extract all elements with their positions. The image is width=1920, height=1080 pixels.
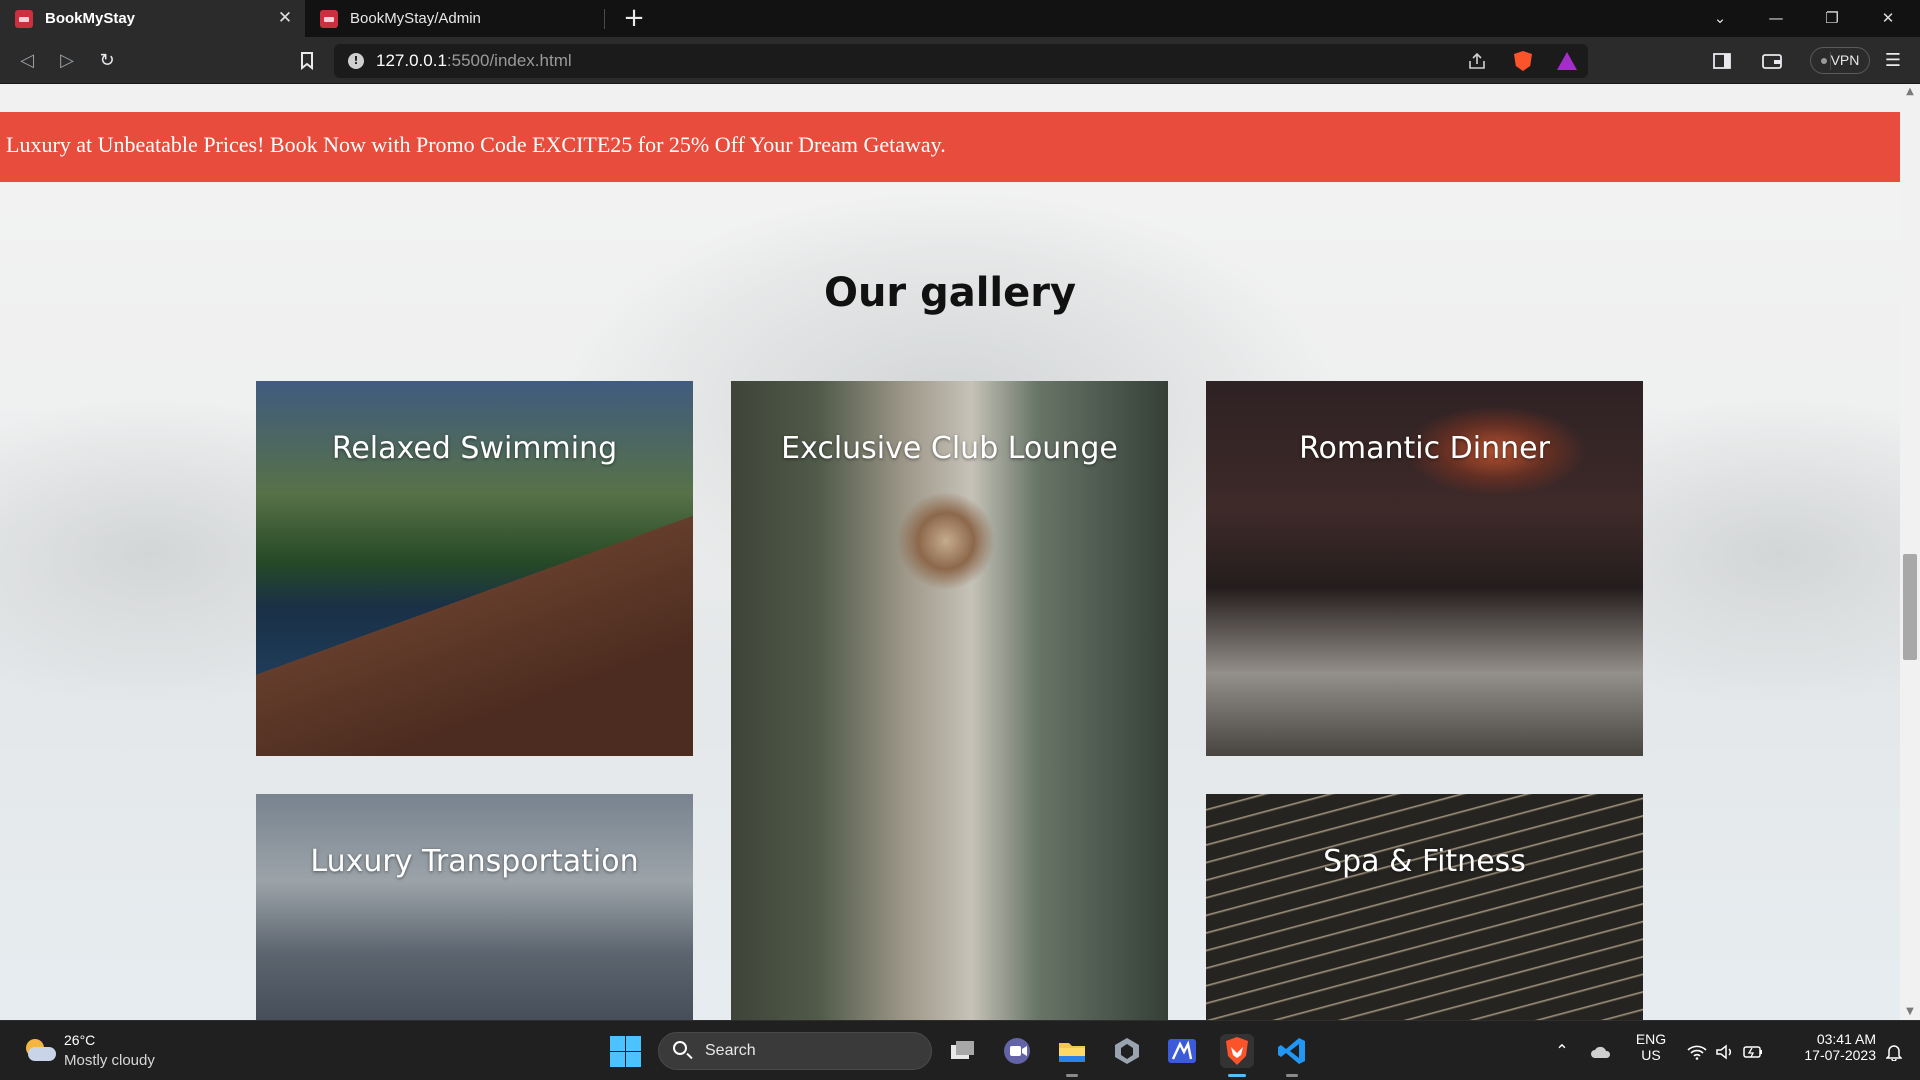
language-region: US — [1641, 1047, 1661, 1063]
promo-banner: Luxury at Unbeatable Prices! Book Now wi… — [0, 112, 1900, 182]
clock-time: 03:41 AM — [1816, 1031, 1876, 1047]
windows-taskbar: 26°C Mostly cloudy Search ⌃ ENG US 03:41… — [0, 1020, 1920, 1080]
gallery-card-exclusive-club-lounge[interactable]: Exclusive Club Lounge — [731, 381, 1168, 1020]
gallery-card-label: Luxury Transportation — [310, 844, 639, 879]
onedrive-icon[interactable] — [1586, 1021, 1616, 1080]
site-favicon-icon — [320, 9, 338, 28]
gallery-card-relaxed-swimming[interactable]: Relaxed Swimming — [256, 381, 693, 756]
start-button[interactable] — [608, 1034, 642, 1068]
tab-bookmystay-admin[interactable]: BookMyStay/Admin — [305, 0, 605, 37]
running-indicator — [1286, 1074, 1298, 1077]
language-code: ENG — [1635, 1031, 1667, 1047]
volume-icon[interactable] — [1712, 1021, 1738, 1080]
address-bar[interactable]: ! 127.0.0.1:5500/index.html — [334, 44, 1831, 78]
gallery-card-label: Relaxed Swimming — [331, 431, 618, 466]
vpn-label: VPN — [1830, 52, 1860, 68]
tab-title: BookMyStay — [45, 10, 136, 27]
gallery-card-romantic-dinner[interactable]: Romantic Dinner — [1206, 381, 1643, 756]
browser-toolbar: ◁ ▷ ↻ ! 127.0.0.1:5500/index.html VPN ☰ — [0, 37, 1920, 84]
close-tab-icon[interactable]: ✕ — [275, 8, 295, 28]
teams-chat-icon[interactable] — [1000, 1034, 1034, 1068]
gallery-card-label: Exclusive Club Lounge — [781, 431, 1118, 466]
promo-text: Luxury at Unbeatable Prices! Book Now wi… — [6, 132, 946, 157]
back-icon[interactable]: ◁ — [12, 46, 42, 76]
minimize-button[interactable]: — — [1750, 0, 1802, 37]
system-clock[interactable]: 03:41 AM 17-07-2023 — [1776, 1031, 1876, 1063]
reload-icon[interactable]: ↻ — [92, 46, 122, 76]
gallery-title: Our gallery — [823, 270, 1077, 316]
clock-date: 17-07-2023 — [1804, 1047, 1876, 1063]
url-path: :5500/index.html — [446, 51, 572, 70]
scroll-up-arrow-icon[interactable]: ▲ — [1900, 84, 1920, 100]
weather-description[interactable]: Mostly cloudy — [64, 1052, 155, 1069]
tab-title: BookMyStay/Admin — [350, 10, 481, 27]
tab-bookmystay[interactable]: BookMyStay ✕ — [0, 0, 305, 37]
scrollbar-thumb[interactable] — [1903, 554, 1917, 660]
sidebar-icon[interactable] — [1707, 46, 1737, 76]
vpn-status-icon — [1820, 58, 1827, 65]
restore-button[interactable]: ❐ — [1806, 0, 1858, 37]
page-scrollbar[interactable] — [1900, 84, 1920, 1020]
window-close-button[interactable]: ✕ — [1862, 0, 1914, 37]
active-indicator — [1228, 1074, 1246, 1077]
weather-cloudy-icon[interactable] — [22, 1039, 56, 1063]
page-top-strip — [0, 84, 1900, 112]
bookmark-icon[interactable] — [292, 46, 322, 76]
notification-bell-icon[interactable] — [1880, 1021, 1908, 1080]
gallery-card-label: Romantic Dinner — [1299, 431, 1550, 466]
weather-temperature[interactable]: 26°C — [64, 1032, 95, 1048]
forward-icon[interactable]: ▷ — [52, 46, 82, 76]
info-icon[interactable]: ! — [348, 53, 364, 69]
brave-shield-icon[interactable] — [1508, 44, 1538, 78]
search-label: Search — [705, 1042, 756, 1059]
gallery-card-label: Spa & Fitness — [1323, 844, 1526, 879]
brave-browser-icon[interactable] — [1220, 1034, 1254, 1077]
file-explorer-icon[interactable] — [1055, 1034, 1089, 1077]
page-viewport: Luxury at Unbeatable Prices! Book Now wi… — [0, 84, 1920, 1020]
scroll-down-arrow-icon[interactable]: ▼ — [1900, 1004, 1920, 1020]
battery-icon[interactable] — [1740, 1021, 1766, 1080]
url-text: 127.0.0.1:5500/index.html — [376, 51, 572, 71]
url-host: 127.0.0.1 — [376, 51, 447, 70]
taskbar-search-box[interactable]: Search — [658, 1032, 932, 1070]
gallery-card-spa-fitness[interactable]: Spa & Fitness — [1206, 794, 1643, 1020]
menu-icon[interactable]: ☰ — [1878, 46, 1908, 76]
share-icon[interactable] — [1462, 44, 1492, 78]
vscode-icon[interactable] — [1275, 1034, 1309, 1077]
tab-strip: BookMyStay ✕ BookMyStay/Admin + ⌄ — ❐ ✕ — [0, 0, 1920, 37]
site-favicon-icon — [15, 9, 33, 28]
running-indicator — [1066, 1074, 1078, 1077]
show-hidden-icons-chevron-up-icon[interactable]: ⌃ — [1548, 1021, 1576, 1080]
mongodb-compass-icon[interactable] — [1165, 1034, 1199, 1068]
brave-rewards-icon[interactable] — [1552, 44, 1582, 78]
task-view-icon[interactable] — [946, 1034, 980, 1068]
tab-search-dropdown-icon[interactable]: ⌄ — [1694, 0, 1746, 37]
search-icon — [673, 1041, 687, 1055]
gallery-card-luxury-transportation[interactable]: Luxury Transportation — [256, 794, 693, 1020]
github-desktop-icon[interactable] — [1110, 1034, 1144, 1068]
new-tab-button[interactable]: + — [620, 4, 648, 32]
language-indicator[interactable]: ENG US — [1628, 1031, 1674, 1063]
vpn-button[interactable]: VPN — [1810, 47, 1870, 74]
wifi-icon[interactable] — [1684, 1021, 1710, 1080]
wallet-icon[interactable] — [1757, 46, 1787, 76]
